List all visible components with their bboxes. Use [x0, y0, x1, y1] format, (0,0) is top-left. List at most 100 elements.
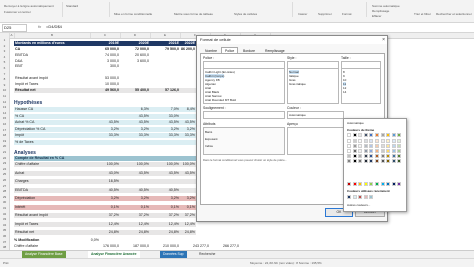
font-list[interactable]: Calibri Light (En-têtes) Calibri (Corps) A… [203, 68, 285, 104]
value-cell[interactable]: 24,8% [150, 230, 180, 235]
color-swatch[interactable] [397, 182, 402, 186]
value-cell[interactable] [180, 64, 196, 69]
value-cell[interactable] [180, 139, 196, 145]
value-cell[interactable]: 43,5% [150, 120, 180, 125]
row-header[interactable]: 2 [0, 44, 9, 49]
color-swatch[interactable] [397, 139, 402, 143]
row-label[interactable]: Chiffre d'affaire [14, 244, 90, 249]
value-cell[interactable]: 300,0 [90, 64, 120, 69]
row-header[interactable]: 7 [0, 72, 9, 77]
row-label[interactable]: Résultat net [14, 230, 91, 235]
value-cell[interactable]: 16,5% [90, 179, 120, 184]
value-cell[interactable]: 3,2% [90, 126, 120, 132]
color-swatch[interactable] [386, 133, 391, 137]
value-cell[interactable]: 72 000,0 [120, 47, 150, 52]
color-swatch[interactable] [352, 159, 357, 163]
color-swatch[interactable] [391, 144, 396, 148]
value-cell[interactable]: 43,5% [90, 120, 120, 125]
value-cell[interactable]: 0,1% [120, 204, 150, 210]
color-swatch[interactable] [352, 139, 357, 143]
ribbon-conditional-format[interactable]: Mise en forme conditionnelle [114, 12, 152, 16]
color-swatch[interactable] [369, 139, 374, 143]
value-cell[interactable]: 37,2% [180, 213, 196, 218]
value-cell[interactable] [180, 76, 196, 81]
row-header[interactable]: 11 [0, 94, 9, 99]
color-swatch[interactable] [352, 195, 357, 199]
color-swatch[interactable] [380, 133, 385, 137]
row-header[interactable]: 26 [0, 178, 9, 183]
color-swatch[interactable] [386, 144, 391, 148]
value-cell[interactable]: 37,2% [150, 213, 180, 218]
row-label[interactable]: Achat [14, 170, 91, 176]
row-label[interactable]: Impôt et Taxes [14, 221, 91, 227]
list-item[interactable]: Gras italique [289, 82, 306, 86]
color-swatch[interactable] [375, 149, 379, 153]
row-header[interactable]: 31 [0, 206, 9, 211]
color-swatch[interactable] [375, 133, 379, 137]
value-cell[interactable] [120, 82, 150, 87]
color-swatch[interactable] [397, 149, 402, 153]
color-swatch[interactable] [391, 133, 396, 137]
color-swatch[interactable] [358, 149, 363, 153]
row-header[interactable]: 20 [0, 144, 9, 149]
value-cell[interactable]: 74 000,0 [90, 53, 120, 58]
row-header[interactable]: 37 [0, 240, 9, 245]
value-cell[interactable]: 55 400,0 [120, 87, 150, 93]
value-cell[interactable] [180, 87, 196, 93]
ribbon-delete[interactable]: Supprimer [318, 12, 332, 16]
value-cell[interactable]: 0,1% [180, 204, 196, 210]
color-swatch[interactable] [375, 154, 379, 158]
value-cell[interactable]: 20 600,0 [120, 53, 150, 58]
value-cell[interactable]: 3,2% [150, 196, 180, 201]
value-cell[interactable]: 10 000,0 [90, 82, 120, 87]
color-swatch[interactable] [358, 182, 363, 186]
color-swatch[interactable] [380, 154, 385, 158]
row-label[interactable]: D&A [14, 59, 91, 64]
row-header[interactable]: 3 [0, 49, 9, 54]
value-cell[interactable] [150, 139, 180, 145]
sheet-tab-active[interactable]: Analyse Financière Avancée [88, 251, 140, 258]
row-header[interactable]: 4 [0, 55, 9, 60]
color-auto[interactable]: Automatique [347, 121, 364, 125]
color-swatch[interactable] [358, 144, 363, 148]
row-label[interactable]: Dépréciation [14, 196, 91, 201]
value-cell[interactable]: 100,0% [120, 162, 150, 167]
value-cell[interactable]: 3,2% [120, 196, 150, 201]
value-cell[interactable]: 12,4% [120, 221, 150, 227]
value-cell[interactable] [150, 64, 180, 69]
row-header[interactable]: 35 [0, 228, 9, 233]
color-swatch[interactable] [363, 139, 368, 143]
formula-input[interactable]: =D4/D$4 [46, 24, 62, 30]
color-swatch[interactable] [375, 159, 379, 163]
value-cell[interactable]: 33,3% [120, 133, 150, 138]
row-header[interactable]: 30 [0, 200, 9, 205]
value-cell[interactable]: 7,0% [150, 107, 180, 112]
row-header[interactable]: 18 [0, 133, 9, 138]
color-swatch[interactable] [391, 154, 396, 158]
ribbon-fill[interactable]: Remplissage [372, 9, 389, 13]
row-header[interactable]: 12 [0, 100, 9, 105]
value-cell[interactable]: 176 000,0 [90, 244, 120, 249]
value-cell[interactable]: 3,2% [120, 126, 150, 132]
row-header[interactable]: 28 [0, 189, 9, 194]
color-swatch[interactable] [347, 154, 351, 158]
value-cell[interactable] [180, 59, 196, 64]
list-item[interactable]: Arial Rounded MT Bold [205, 98, 236, 102]
row-header[interactable]: 32 [0, 212, 9, 217]
value-cell[interactable] [120, 64, 150, 69]
checkbox-barre[interactable]: Barré [205, 130, 212, 134]
sheet-tab[interactable]: Recherche [196, 251, 218, 258]
value-cell[interactable] [90, 139, 120, 145]
ribbon-wrap-text[interactable]: Renvoyer à la ligne automatiquement [4, 4, 54, 8]
color-swatch[interactable] [369, 149, 374, 153]
row-label[interactable]: CA [14, 47, 91, 52]
value-cell[interactable]: 12,4% [150, 221, 180, 227]
value-cell[interactable] [180, 70, 196, 75]
color-swatch[interactable] [358, 159, 363, 163]
row-label[interactable]: Dépréciation % CA [14, 126, 91, 132]
row-header[interactable]: 14 [0, 111, 9, 116]
value-cell[interactable]: 40,5% [90, 187, 120, 193]
value-cell[interactable] [180, 53, 196, 58]
color-swatch[interactable] [386, 139, 391, 143]
color-swatch[interactable] [391, 139, 396, 143]
